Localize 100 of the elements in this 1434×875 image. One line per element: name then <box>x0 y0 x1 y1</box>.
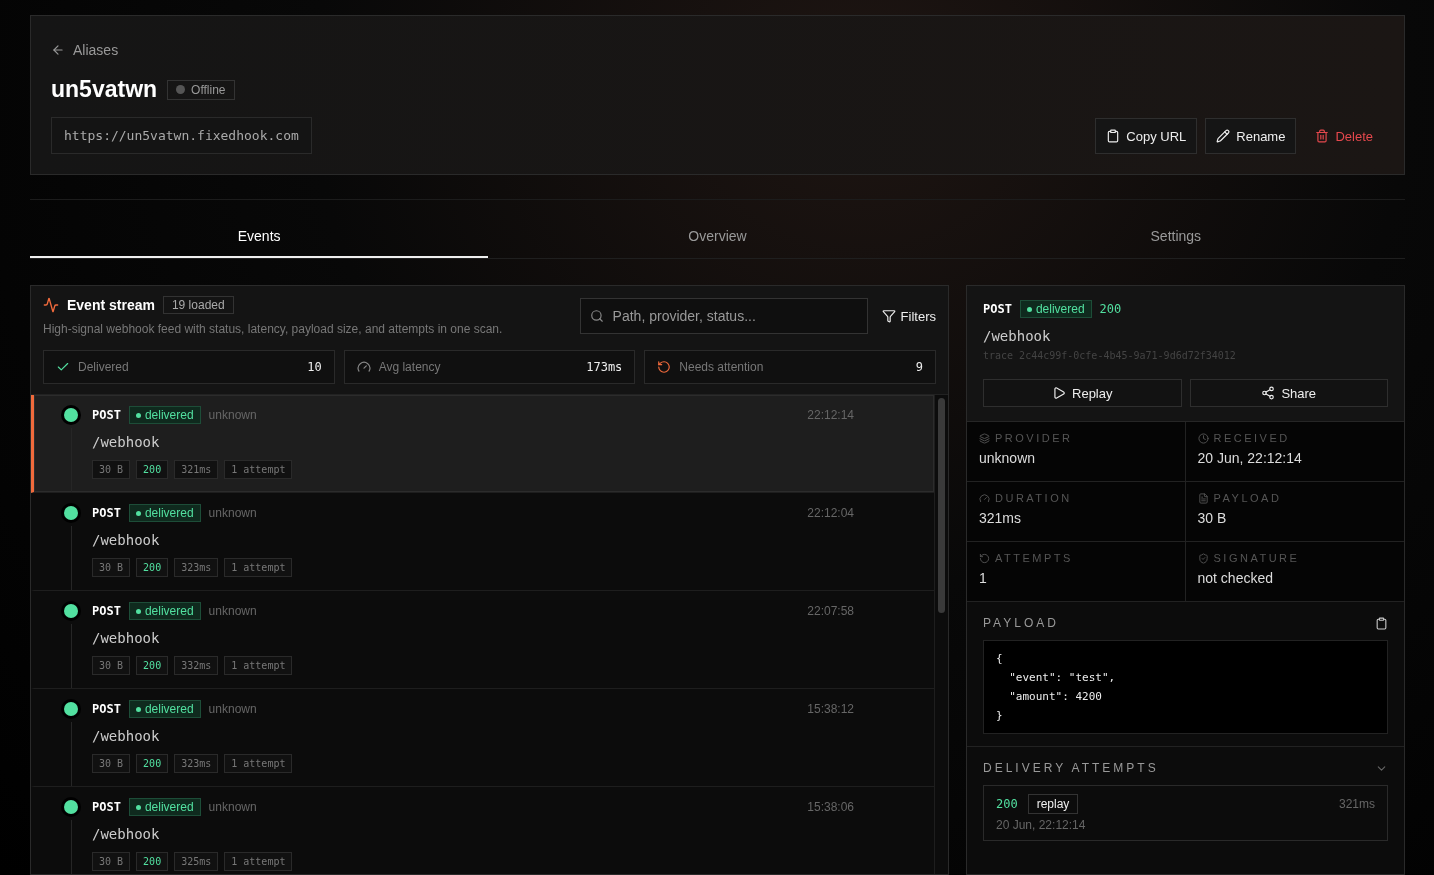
file-icon <box>1197 492 1209 504</box>
field-value: not checked <box>1197 570 1274 586</box>
shield-icon <box>1197 552 1209 564</box>
code-chip: 200 <box>136 460 169 479</box>
provider-label: unknown <box>208 702 257 716</box>
stat-label: Avg latency <box>378 360 442 374</box>
field-label: PAYLOAD <box>1213 492 1282 504</box>
field-label: PROVIDER <box>995 432 1073 444</box>
event-path: /webhook <box>92 826 161 842</box>
status-tag: delivered <box>128 504 201 522</box>
search-icon <box>589 309 604 323</box>
attempts-chip: 1 attempt <box>224 656 293 675</box>
payload-code: { "event": "test", "amount": 4200 } <box>983 640 1388 734</box>
event-time: 22:07:58 <box>807 604 854 618</box>
provider-label: unknown <box>208 408 257 422</box>
attempt-duration: 321ms <box>1338 797 1375 811</box>
status-tag: delivered <box>128 406 201 424</box>
retry-icon <box>979 552 990 564</box>
timeline-dot <box>64 506 78 520</box>
delete-button[interactable]: Delete <box>1304 118 1384 154</box>
timeline-dot <box>64 702 78 716</box>
status-tag: delivered <box>128 798 201 816</box>
attempts-chip: 1 attempt <box>224 558 293 577</box>
section-title: DELIVERY ATTEMPTS <box>983 761 1159 775</box>
attempt-tag: replay <box>1027 794 1079 814</box>
attempts-chip: 1 attempt <box>224 852 293 871</box>
status-tag: delivered <box>128 700 201 718</box>
status-code: 200 <box>1099 302 1122 316</box>
timeline-dot <box>64 604 78 618</box>
layers-icon <box>979 432 990 444</box>
stat-label: Needs attention <box>679 360 765 374</box>
stat-value: 10 <box>307 360 322 374</box>
attempts-chip: 1 attempt <box>224 460 293 479</box>
method-label: POST <box>92 506 121 520</box>
duration-chip: 321ms <box>174 460 219 479</box>
section-title: PAYLOAD <box>983 616 1059 630</box>
attempt-code: 200 <box>996 797 1018 811</box>
method-label: POST <box>92 702 121 716</box>
provider-label: unknown <box>208 506 257 520</box>
event-time: 15:38:06 <box>807 800 854 814</box>
status-badge: Offline <box>167 79 235 100</box>
size-chip: 30 B <box>92 460 131 479</box>
field-value: 321ms <box>979 510 1023 526</box>
tab[interactable]: Overview <box>488 224 947 258</box>
attempts-chip: 1 attempt <box>224 754 293 773</box>
code-chip: 200 <box>136 754 169 773</box>
size-chip: 30 B <box>92 558 131 577</box>
copy-icon[interactable] <box>1375 616 1388 630</box>
share-button[interactable]: Share <box>1189 379 1388 407</box>
trash-icon <box>1315 129 1330 143</box>
method-label: POST <box>983 302 1012 316</box>
gauge-icon <box>979 492 990 504</box>
field-label: ATTEMPTS <box>995 552 1073 564</box>
field-label: RECEIVED <box>1213 432 1290 444</box>
tab[interactable]: Settings <box>946 224 1405 258</box>
timeline-dot <box>64 800 78 814</box>
tab[interactable]: Events <box>30 224 489 258</box>
filter-icon <box>881 309 896 323</box>
code-chip: 200 <box>136 558 169 577</box>
event-time: 22:12:04 <box>807 506 854 520</box>
field-value: 20 Jun, 22:12:14 <box>1197 450 1303 466</box>
event-row[interactable]: POST delivered unknown 22:12:14 /webhook 30 B 200 321ms 1 attempt <box>31 395 934 493</box>
method-label: POST <box>92 604 121 618</box>
duration-chip: 323ms <box>174 754 219 773</box>
pencil-icon <box>1216 129 1231 143</box>
search-field[interactable]: Path, provider, status... <box>579 298 868 334</box>
attempt-time: 20 Jun, 22:12:14 <box>996 818 1087 832</box>
stat-value: 173ms <box>586 360 623 374</box>
code-chip: 200 <box>136 852 169 871</box>
stream-subtitle: High-signal webhook feed with status, latency, payload size, and attempts in one scan. <box>43 322 503 336</box>
duration-chip: 323ms <box>174 558 219 577</box>
stat-label: Delivered <box>78 360 130 374</box>
method-label: POST <box>92 408 121 422</box>
event-path: /webhook <box>983 328 1052 344</box>
event-path: /webhook <box>92 532 161 548</box>
copy-button[interactable]: Copy URL <box>1095 118 1198 154</box>
event-path: /webhook <box>92 728 161 744</box>
rename-button[interactable]: Rename <box>1205 118 1297 154</box>
play-icon <box>1052 386 1066 400</box>
field-value: 1 <box>979 570 988 586</box>
event-time: 22:12:14 <box>807 408 854 422</box>
clock-icon <box>1197 432 1209 444</box>
gauge-icon <box>356 360 371 374</box>
duration-chip: 325ms <box>174 852 219 871</box>
event-time: 15:38:12 <box>807 702 854 716</box>
timeline-dot <box>64 408 78 422</box>
share-icon <box>1261 386 1276 400</box>
status-tag: delivered <box>128 602 201 620</box>
code-chip: 200 <box>136 656 169 675</box>
stream-title: Event stream <box>67 297 155 313</box>
size-chip: 30 B <box>92 754 131 773</box>
retry-icon <box>657 360 672 374</box>
filters-button[interactable]: Filters <box>867 308 936 324</box>
provider-label: unknown <box>208 800 257 814</box>
alias-title: un5vatwn <box>51 76 158 103</box>
back-link[interactable]: Aliases <box>51 42 312 58</box>
clipboard-icon <box>1106 129 1121 143</box>
count-badge: 19 loaded <box>162 296 234 314</box>
replay-button[interactable]: Replay <box>983 379 1182 407</box>
event-path: /webhook <box>92 630 161 646</box>
